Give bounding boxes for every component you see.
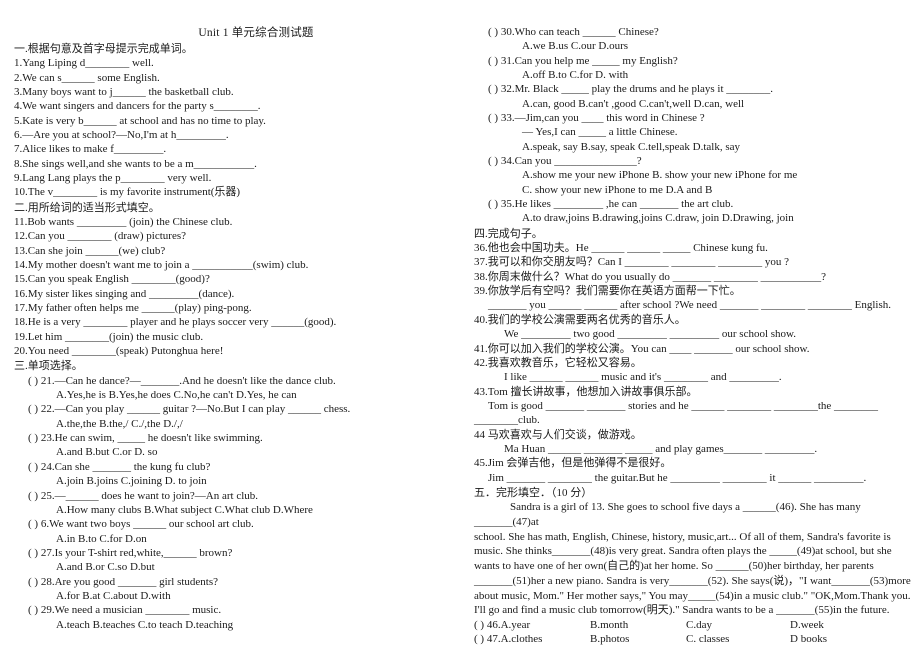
complete-sentence-answer-line: Jim _______ ________ the guitar.But he _… [488, 471, 867, 484]
word-form-item: 13.Can she join ______(we) club? [14, 244, 166, 257]
fill-word-item: 7.Alice likes to make f_________. [14, 143, 167, 156]
fill-word-item: 2.We can s______ some English. [14, 71, 160, 84]
cloze-choice-stem: ( ) 46.A.year [474, 619, 531, 632]
mc-options[interactable]: A.in B.to C.for D.on [14, 532, 458, 546]
cloze-line: wants to have one of her own(自己的)at her … [474, 560, 874, 573]
word-form-item: 15.Can you speak English ________(good)? [14, 273, 210, 286]
complete-sentence-item: 40.我们的学校公演需要两名优秀的音乐人。 [474, 313, 686, 326]
mc-options[interactable]: A.show me your new iPhone B. show your n… [474, 168, 918, 182]
complete-sentence-item: 38.你周末做什么？What do you usually do _______… [474, 270, 826, 283]
cloze-line: Sandra is a girl of 13. She goes to scho… [474, 501, 861, 528]
mc-question-stem: ( ) 27.Is your T-shirt red,white,______ … [28, 546, 233, 559]
mc-question-stem: ( ) 34.Can you _______________? [488, 155, 642, 168]
cloze-line: music. She thinks_______(48)is very grea… [474, 545, 892, 558]
mc-question-stem: ( ) 29.We need a musician ________ music… [28, 604, 222, 617]
complete-sentence-item: 43.Tom 擅长讲故事，他想加入讲故事俱乐部。 [474, 385, 698, 398]
worksheet-page: Unit 1 单元综合测试题 一.根据句意及首字母提示完成单词。 1.Yang … [0, 0, 920, 645]
complete-sentence-item: 36.他也会中国功夫。He ______ ______ _____ Chines… [474, 242, 768, 255]
mc-question-stem: ( ) 23.He can swim, _____ he doesn't lik… [28, 432, 263, 445]
mc-options[interactable]: A.for B.at C.about D.with [14, 589, 458, 603]
word-form-item: 16.My sister likes singing and _________… [14, 287, 235, 300]
mc-options-2[interactable]: C. show your new iPhone to me D.A and B [474, 183, 918, 197]
section-1-heading: 一.根据句意及首字母提示完成单词。 [14, 43, 193, 55]
complete-sentence-item: 44 马欢喜欢与人们交谈，做游戏。 [474, 428, 642, 441]
fill-word-item: 10.The v________ is my favorite instrume… [14, 186, 241, 199]
right-column: ( ) 30.Who can teach ______ Chinese? A.w… [474, 18, 918, 647]
mc-question-stem-2: — Yes,I can _____ a little Chinese. [522, 126, 678, 139]
two-column-layout: Unit 1 单元综合测试题 一.根据句意及首字母提示完成单词。 1.Yang … [14, 18, 911, 647]
mc-options[interactable]: A.teach B.teaches C.to teach D.teaching [14, 618, 458, 632]
word-form-item: 14.My mother doesn't want me to join a _… [14, 259, 309, 272]
mc-question-stem: ( ) 35.He likes _________ ,he can ______… [488, 198, 734, 211]
complete-sentence-item: 45.Jim 会弹吉他，但是他弹得不是很好。 [474, 457, 672, 470]
section-5-heading: 五．完形填空．（10 分） [474, 486, 593, 499]
cloze-choice-d[interactable]: D books [790, 633, 827, 645]
fill-word-item: 3.Many boys want to j______ the basketba… [14, 85, 234, 98]
section-3-heading: 三.单项选择。 [14, 360, 83, 373]
cloze-line: about music, Mom." Her mother says," You… [474, 589, 911, 602]
cloze-line: school. She has math, English, Chinese, … [474, 530, 891, 543]
cloze-line: I'll go and find a music club tomorrow(明… [474, 604, 890, 617]
complete-sentence-item: 37.我可以和你交朋友吗？Can I ________ ________ ___… [474, 256, 790, 269]
mc-options[interactable]: A.the,the B.the,/ C./,the D./,/ [14, 417, 458, 431]
mc-options[interactable]: A.join B.joins C.joining D. to join [14, 474, 458, 488]
mc-question-stem: ( ) 6.We want two boys ______ our school… [28, 518, 254, 531]
mc-options[interactable]: A.and B.or C.so D.but [14, 560, 458, 574]
fill-word-item: 4.We want singers and dancers for the pa… [14, 100, 261, 113]
section-2-heading: 二.用所给词的适当形式填空。 [14, 201, 160, 214]
mc-options[interactable]: A.speak, say B.say, speak C.tell,speak D… [474, 140, 918, 154]
word-form-item: 12.Can you ________ (draw) pictures? [14, 230, 186, 243]
fill-word-item: 6.—Are you at school?—No,I'm at h_______… [14, 129, 229, 142]
cloze-choice-stem: ( ) 47.A.clothes [474, 633, 543, 646]
mc-question-stem: ( ) 30.Who can teach ______ Chinese? [488, 26, 659, 38]
mc-question-stem: ( ) 33.—Jim,can you ____ this word in Ch… [488, 112, 705, 125]
fill-word-item: 9.Lang Lang plays the p________ very wel… [14, 172, 212, 185]
cloze-choice-row[interactable]: ( ) 47.A.clothes B.photos C. classes D book… [474, 632, 918, 646]
mc-question-stem: ( ) 32.Mr. Black _____ play the drums an… [488, 83, 774, 96]
cloze-choice-b[interactable]: B.photos [590, 632, 686, 646]
page-title: Unit 1 单元综合测试题 [198, 27, 314, 39]
mc-question-stem: ( ) 24.Can she _______ the kung fu club? [28, 460, 211, 473]
complete-sentence-answer-line: Ma Huan ______ _______ _____ and play ga… [504, 442, 818, 455]
mc-question-stem: ( ) 22.—Can you play ______ guitar ?—No.… [28, 403, 351, 416]
fill-word-item: 1.Yang Liping d________ well. [14, 57, 154, 70]
cloze-choice-row[interactable]: ( ) 46.A.year B.month C.day D.week [474, 618, 918, 632]
complete-sentence-answer-line: I like ______ ______ music and it's ____… [504, 371, 782, 384]
cloze-choice-b[interactable]: B.month [590, 618, 686, 632]
cloze-line: _______(51)her a new piano. Sandra is ve… [474, 574, 911, 587]
mc-question-stem: ( ) 28.Are you good _______ girl student… [28, 575, 219, 588]
word-form-item: 20.You need ________(speak) Putonghua he… [14, 345, 224, 358]
mc-question-stem: ( ) 25.—______ does he want to join?—An … [28, 489, 259, 502]
complete-sentence-item: 39.你放学后有空吗？我们需要你在英语方面帮一下忙。 [474, 285, 741, 298]
mc-options[interactable]: A.and B.but C.or D. so [14, 445, 458, 459]
mc-options[interactable]: A.to draw,joins B.drawing,joins C.draw, … [474, 211, 918, 225]
mc-options[interactable]: A.Yes,he is B.Yes,he does C.No,he can't … [14, 388, 458, 402]
cloze-choice-d[interactable]: D.week [790, 619, 824, 631]
complete-sentence-answer-line: ________club. [474, 414, 540, 427]
fill-word-item: 8.She sings well,and she wants to be a m… [14, 157, 257, 170]
section-4-heading: 四.完成句子。 [474, 227, 543, 240]
mc-options[interactable]: A.off B.to C.for D. with [474, 68, 918, 82]
complete-sentence-answer-line: Tom is good _______ _______ stories and … [488, 399, 879, 412]
left-column: Unit 1 单元综合测试题 一.根据句意及首字母提示完成单词。 1.Yang … [14, 18, 458, 632]
mc-question-stem: ( ) 31.Can you help me _____ my English? [488, 54, 678, 67]
cloze-choice-c[interactable]: C.day [686, 618, 790, 632]
mc-options[interactable]: A.we B.us C.our D.ours [474, 39, 918, 53]
cloze-choice-c[interactable]: C. classes [686, 632, 790, 646]
mc-options[interactable]: A.How many clubs B.What subject C.What c… [14, 503, 458, 517]
complete-sentence-answer-line: _______ you ______ ______ after school ?… [488, 299, 892, 312]
mc-options[interactable]: A.can, good B.can't ,good C.can't,well D… [474, 97, 918, 111]
word-form-item: 11.Bob wants _________ (join) the Chines… [14, 216, 233, 229]
complete-sentence-item: 41.你可以加入我们的学校公演。You can ____ _______ our… [474, 342, 810, 355]
word-form-item: 18.He is a very ________ player and he p… [14, 316, 337, 329]
complete-sentence-answer-line: We _________ two good _________ ________… [504, 328, 797, 341]
fill-word-item: 5.Kate is very b______ at school and has… [14, 114, 266, 127]
complete-sentence-item: 42.我喜欢教音乐，它轻松又容易。 [474, 356, 642, 369]
cloze-passage: Sandra is a girl of 13. She goes to scho… [474, 500, 918, 529]
word-form-item: 19.Let him ________(join) the music club… [14, 330, 204, 343]
word-form-item: 17.My father often helps me ______(play)… [14, 302, 252, 315]
mc-question-stem: ( ) 21.—Can he dance?—_______.And he doe… [28, 374, 336, 387]
